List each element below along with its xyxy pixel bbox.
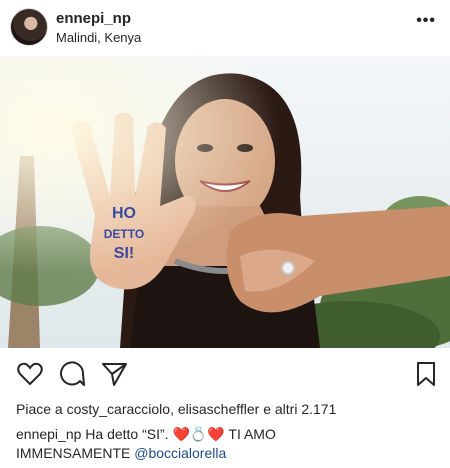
- likes-conj: e: [263, 401, 271, 417]
- post-caption: ennepi_np Ha detto “SI”. ❤️💍❤️ TI AMO IM…: [16, 425, 436, 463]
- heart-icon[interactable]: [16, 360, 44, 388]
- post-location[interactable]: Malindi, Kenya: [56, 30, 141, 45]
- post-username[interactable]: ennepi_np: [56, 10, 131, 27]
- likes-others[interactable]: altri 2.171: [275, 401, 336, 417]
- palm-text-2: DETTO: [104, 227, 144, 241]
- palm-text-3: SI!: [114, 245, 134, 262]
- caption-author[interactable]: ennepi_np: [16, 426, 81, 442]
- more-options-icon[interactable]: •••: [416, 12, 436, 30]
- ring-emoji: 💍: [189, 426, 208, 442]
- palm-text-1: HO: [112, 205, 136, 222]
- share-icon[interactable]: [100, 360, 128, 388]
- mention-link[interactable]: @boccialorella: [134, 445, 226, 461]
- caption-text: Ha detto “SI”.: [85, 426, 169, 442]
- caption-text-3: IMMENSAMENTE: [16, 445, 131, 461]
- bookmark-icon[interactable]: [412, 360, 440, 388]
- likes-line: Piace a costy_caracciolo, elisascheffler…: [16, 401, 336, 417]
- likes-users[interactable]: costy_caracciolo, elisascheffler: [67, 401, 260, 417]
- post-header: ennepi_np Malindi, Kenya •••: [0, 0, 450, 56]
- heart-emoji: ❤️: [207, 426, 225, 442]
- avatar[interactable]: [10, 8, 48, 46]
- post-photo[interactable]: HO DETTO SI!: [0, 56, 450, 348]
- heart-emoji: ❤️: [172, 426, 190, 442]
- caption-text-2: TI AMO: [228, 426, 276, 442]
- likes-prefix: Piace a: [16, 401, 63, 417]
- action-bar: [0, 352, 450, 396]
- comment-icon[interactable]: [58, 360, 86, 388]
